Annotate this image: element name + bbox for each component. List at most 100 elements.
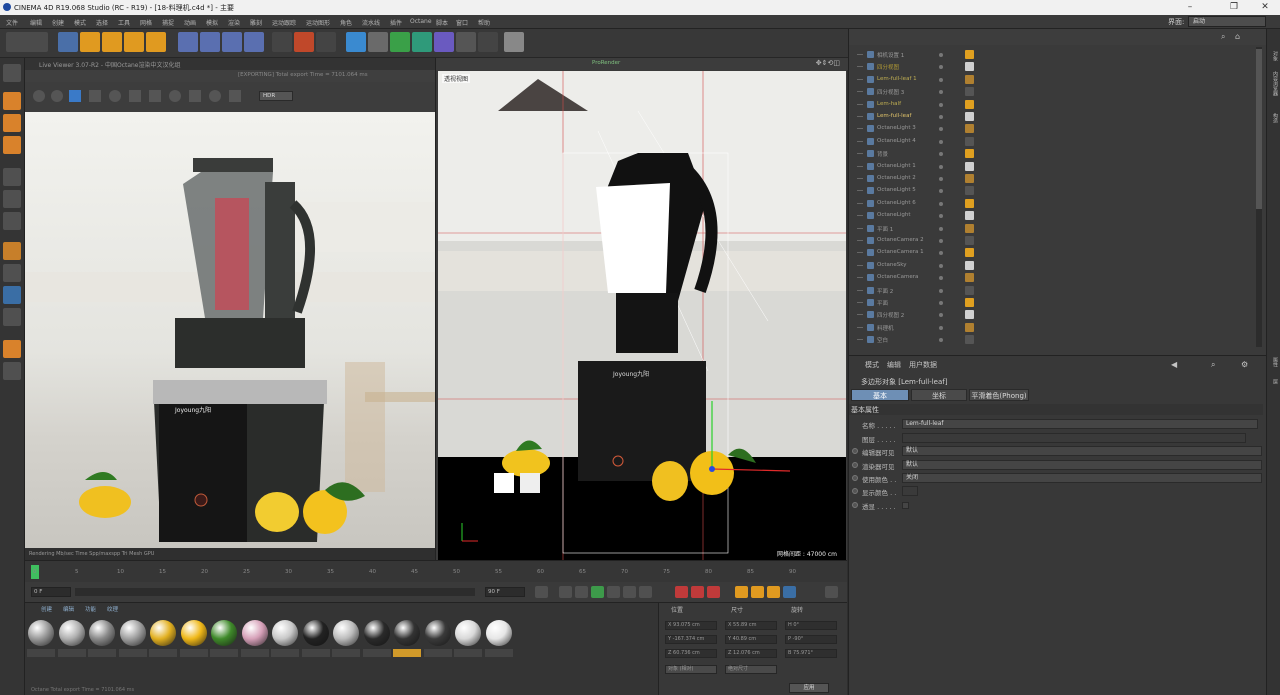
snap-icon[interactable] <box>3 286 21 304</box>
material-swatch[interactable] <box>240 619 269 659</box>
material-swatch[interactable] <box>149 619 177 659</box>
layer-field[interactable] <box>902 433 1246 443</box>
viewport-nav-icon[interactable]: ✥⇕⟲◫ <box>816 59 840 67</box>
camera-icon[interactable] <box>478 32 498 52</box>
visibility-dot-icon[interactable] <box>939 189 943 194</box>
object-name[interactable]: 平面 1 <box>877 225 893 233</box>
material-tag-icon[interactable] <box>965 310 974 320</box>
menu-octane[interactable]: Octane <box>410 18 432 25</box>
size-z-field[interactable]: Z 12.076 cm <box>725 649 777 658</box>
region-icon[interactable] <box>129 90 141 102</box>
render-settings-icon[interactable] <box>316 32 336 52</box>
menu-select[interactable]: 选择 <box>96 18 108 27</box>
menu-mograph[interactable]: 运动图形 <box>306 18 330 27</box>
object-name[interactable]: 相机设置 1 <box>877 51 904 59</box>
next-key-icon[interactable] <box>623 586 636 598</box>
object-name[interactable]: 四分视图 <box>877 63 899 71</box>
object-name[interactable]: 四分视图 3 <box>877 88 904 96</box>
menu-pipeline[interactable]: 流水线 <box>362 18 380 27</box>
object-row[interactable]: OctaneCamera 2 <box>849 235 1257 247</box>
environment-icon[interactable] <box>456 32 476 52</box>
material-swatch[interactable] <box>88 619 116 659</box>
mat-menu-texture[interactable]: 纹理 <box>107 605 118 613</box>
select-arrow-icon[interactable] <box>58 32 78 52</box>
object-row[interactable]: 平面 <box>849 297 1257 309</box>
visibility-dot-icon[interactable] <box>939 127 943 132</box>
object-name[interactable]: OctaneCamera 2 <box>877 237 924 243</box>
visibility-dot-icon[interactable] <box>939 177 943 181</box>
visibility-dot-icon[interactable] <box>939 276 943 281</box>
material-tag-icon[interactable] <box>965 174 974 183</box>
object-name[interactable]: OctaneLight 2 <box>877 175 916 181</box>
menu-script[interactable]: 脚本 <box>436 18 448 27</box>
object-name[interactable]: 料理机 <box>877 324 894 332</box>
points-mode-icon[interactable] <box>3 168 21 186</box>
visibility-dot-icon[interactable] <box>939 239 943 243</box>
rotation-key-icon[interactable] <box>767 586 780 598</box>
tab-objects[interactable]: 对象 <box>1269 51 1279 61</box>
object-name[interactable]: OctaneLight 5 <box>877 187 916 193</box>
material-swatch[interactable] <box>57 619 86 659</box>
record-icon[interactable] <box>675 586 688 598</box>
render-view-icon[interactable] <box>272 32 292 52</box>
visibility-dot-icon[interactable] <box>939 226 943 231</box>
menu-file[interactable]: 文件 <box>6 18 18 27</box>
light-icon[interactable] <box>504 32 524 52</box>
visibility-dot-icon[interactable] <box>939 325 943 330</box>
object-row[interactable]: 平面 2 <box>849 285 1257 297</box>
animate-radio[interactable] <box>852 502 858 508</box>
material-tag-icon[interactable] <box>965 62 974 72</box>
material-tag-icon[interactable] <box>965 236 974 245</box>
clay-mode-icon[interactable] <box>229 90 241 102</box>
sculpt-icon[interactable] <box>3 362 21 380</box>
lock-workplane-icon[interactable] <box>3 308 21 326</box>
axis-x-icon[interactable] <box>178 32 198 52</box>
object-name[interactable]: 背景 <box>877 150 888 158</box>
size-y-field[interactable]: Y 40.89 cm <box>725 635 777 644</box>
animate-radio[interactable] <box>852 448 858 454</box>
object-name[interactable]: Lem-full-leaf <box>877 113 911 119</box>
tweak-icon[interactable] <box>3 264 21 282</box>
object-row[interactable]: 四分视图 2 <box>849 309 1257 321</box>
object-row[interactable]: OctaneLight 5 <box>849 185 1257 197</box>
material-tag-icon[interactable] <box>965 285 974 295</box>
menu-mode[interactable]: 模式 <box>74 18 86 27</box>
visibility-dot-icon[interactable] <box>939 90 943 95</box>
visibility-dot-icon[interactable] <box>939 301 943 305</box>
material-tag-icon[interactable] <box>965 335 974 345</box>
back-arrow-icon[interactable]: ◀ <box>1171 360 1177 369</box>
object-row[interactable]: OctaneLight 2 <box>849 173 1257 185</box>
object-row[interactable]: 平面 1 <box>849 223 1257 235</box>
size-x-field[interactable]: X 55.89 cm <box>725 621 777 630</box>
animate-radio[interactable] <box>852 475 858 481</box>
material-swatch[interactable] <box>210 619 238 659</box>
rotate-icon[interactable] <box>124 32 144 52</box>
object-row[interactable]: Lem-half <box>849 99 1257 111</box>
scale-key-icon[interactable] <box>751 586 764 598</box>
material-tag-icon[interactable] <box>965 273 974 283</box>
menu-help[interactable]: 帮助 <box>478 18 490 27</box>
visibility-dot-icon[interactable] <box>939 77 943 82</box>
material-tag-icon[interactable] <box>965 248 974 258</box>
visibility-dot-icon[interactable] <box>939 313 943 318</box>
timeline-settings-icon[interactable] <box>825 586 838 598</box>
display-color-swatch[interactable] <box>902 486 918 496</box>
scrollbar-thumb[interactable] <box>1256 49 1262 209</box>
material-tag-icon[interactable] <box>965 124 974 134</box>
material-tag-icon[interactable] <box>965 322 974 332</box>
object-name[interactable]: 平面 2 <box>877 287 893 295</box>
object-name[interactable]: Lem-full-leaf 1 <box>877 76 917 82</box>
menu-render[interactable]: 渲染 <box>228 18 240 27</box>
settings-gear-icon[interactable] <box>109 90 121 102</box>
object-row[interactable]: OctaneLight 1 <box>849 161 1257 173</box>
axis-y-icon[interactable] <box>200 32 220 52</box>
deformer-icon[interactable] <box>434 32 454 52</box>
material-tag-icon[interactable] <box>965 260 974 270</box>
object-row[interactable]: 四分视图 <box>849 61 1257 73</box>
autokey-icon[interactable] <box>691 586 704 598</box>
home-icon[interactable]: ⌂ <box>1235 32 1240 41</box>
pause-icon[interactable] <box>69 90 81 102</box>
tab-content-browser[interactable]: 内容浏览器 <box>1269 71 1279 96</box>
menu-simulate[interactable]: 模拟 <box>206 18 218 27</box>
soft-selection-icon[interactable] <box>3 340 21 358</box>
